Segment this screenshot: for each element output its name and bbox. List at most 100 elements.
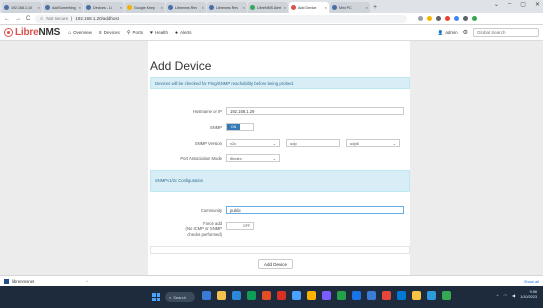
snmp-version-select[interactable]: v2c ⌄ [226, 139, 280, 147]
taskbar-app-icon[interactable] [202, 291, 211, 300]
taskbar-app-icon[interactable] [427, 291, 436, 300]
close-window-button[interactable]: ✕ [535, 1, 540, 8]
security-label: Not secure [46, 16, 69, 21]
back-arrow-icon[interactable]: ← [4, 16, 10, 22]
close-tab-icon[interactable]: × [161, 5, 163, 10]
librenms-logo-icon [4, 28, 13, 37]
menu-item-overview[interactable]: ⌂ Overview [68, 30, 92, 36]
extension-icon[interactable] [463, 16, 469, 21]
snmp-toggle[interactable]: ON [226, 123, 254, 131]
extension-icon[interactable] [445, 16, 451, 21]
tab-favicon-icon [332, 5, 337, 10]
community-label: Community [200, 207, 222, 213]
snmp-port-value: udp [290, 140, 297, 146]
browser-tab[interactable]: AddSomething × [43, 2, 83, 13]
menu-item-label: Health [154, 30, 168, 35]
tab-search-button[interactable]: ⌄ [494, 1, 499, 8]
forward-arrow-icon[interactable]: → [15, 16, 21, 22]
browser-tab[interactable]: LibreNMS Alert × [248, 2, 288, 13]
tab-title: Librenms Rev [175, 5, 198, 10]
extension-icon[interactable] [418, 16, 424, 21]
user-icon: 👤 [437, 29, 444, 35]
show-all-downloads-link[interactable]: Show all [524, 279, 539, 284]
browser-tab[interactable]: Google Keep × [125, 2, 165, 13]
port-association-select[interactable]: ifIndex ⌄ [226, 154, 280, 162]
taskbar-app-icon[interactable] [382, 291, 391, 300]
port-association-value: ifIndex [230, 155, 242, 161]
taskbar-app-icon[interactable] [262, 291, 271, 300]
new-tab-button[interactable]: + [373, 4, 377, 11]
menu-item-devices[interactable]: ≡ Devices [99, 30, 120, 36]
snmp-version-row: SNMP Version v2c ⌄ udp udp6 ⌄ [148, 139, 410, 147]
form-footer-divider [150, 246, 410, 254]
close-tab-icon[interactable]: × [120, 5, 122, 10]
chevron-up-icon[interactable]: ^ [497, 293, 499, 298]
user-menu[interactable]: 👤 admin [438, 30, 458, 36]
global-search-input[interactable] [473, 28, 539, 37]
taskbar-app-icon[interactable] [307, 291, 316, 300]
gear-icon[interactable]: ⚙ [463, 29, 468, 36]
tab-title: Devices - Li [93, 5, 112, 10]
force-add-toggle[interactable]: OFF [226, 222, 254, 230]
close-tab-icon[interactable]: × [366, 5, 368, 10]
extension-icon[interactable] [472, 16, 478, 21]
taskbar-app-icon[interactable] [337, 291, 346, 300]
taskbar-app-icon[interactable] [277, 291, 286, 300]
snmp-port-input[interactable]: udp [286, 139, 340, 147]
extension-icon[interactable] [454, 16, 460, 21]
taskbar-search[interactable]: ⌕ Search [165, 292, 195, 302]
menu-item-ports[interactable]: ⚲ Ports [127, 30, 143, 36]
maximize-button[interactable]: ▢ [520, 1, 526, 8]
close-tab-icon[interactable]: × [325, 5, 327, 10]
download-file-name: librenmsnet [12, 278, 35, 284]
windows-start-icon[interactable] [152, 293, 160, 301]
taskbar-app-icon[interactable] [352, 291, 361, 300]
download-item[interactable]: librenmsnet ^ [4, 278, 88, 284]
add-device-button[interactable]: Add Device [258, 259, 294, 269]
clock[interactable]: 9:56 1/10/2023 [520, 290, 537, 300]
taskbar-app-icon[interactable] [442, 291, 451, 300]
link-icon: ⚲ [126, 29, 131, 36]
volume-icon[interactable]: ◀ [512, 293, 515, 298]
reload-icon[interactable]: C [26, 16, 30, 22]
close-tab-icon[interactable]: × [243, 5, 245, 10]
menu-item-alerts[interactable]: ● Alerts [175, 30, 192, 36]
navbar-right: 👤 admin ⚙ [438, 28, 539, 37]
librenms-logo[interactable]: LibreNMS [4, 27, 60, 38]
minimize-button[interactable]: – [508, 1, 511, 8]
page-title: Add Device [150, 59, 212, 73]
taskbar-app-icon[interactable] [412, 291, 421, 300]
snmp-version-label: SNMP Version [194, 140, 222, 146]
taskbar-app-icon[interactable] [217, 291, 226, 300]
close-tab-icon[interactable]: × [202, 5, 204, 10]
taskbar-app-icon[interactable] [292, 291, 301, 300]
menu-item-label: Ports [132, 30, 143, 35]
taskbar-app-icon[interactable] [232, 291, 241, 300]
close-tab-icon[interactable]: × [79, 5, 81, 10]
extension-icon[interactable] [436, 16, 442, 21]
hostname-input[interactable] [226, 107, 404, 115]
snmp-transport-select[interactable]: udp6 ⌄ [346, 139, 400, 147]
extension-icon[interactable] [427, 16, 433, 21]
browser-tab[interactable]: Librenms Rev × [207, 2, 247, 13]
menu-item-label: Overview [73, 30, 92, 35]
browser-tab[interactable]: Librenms Rev × [166, 2, 206, 13]
librenms-navbar: LibreNMS ⌂ Overview ≡ Devices ⚲ Ports ♥ Health ●… [0, 25, 543, 41]
browser-tab[interactable]: Mini PC × [330, 2, 370, 13]
community-input[interactable] [226, 206, 404, 214]
close-tab-icon[interactable]: × [284, 5, 286, 10]
menu-item-health[interactable]: ♥ Health [150, 30, 168, 36]
url-field[interactable]: ⚠ Not secure | 192.168.1.20/addhost [35, 14, 408, 23]
browser-tab[interactable]: Devices - Li × [84, 2, 124, 13]
browser-tab[interactable]: Add Device × [289, 2, 329, 13]
taskbar-app-icon[interactable] [397, 291, 406, 300]
snmp-version-value: v2c [230, 140, 237, 146]
taskbar-app-icon[interactable] [247, 291, 256, 300]
browser-tab[interactable]: 192.168.1.10 × [2, 2, 42, 13]
taskbar-app-icon[interactable] [322, 291, 331, 300]
taskbar-app-icon[interactable] [367, 291, 376, 300]
chevron-up-icon[interactable]: ^ [86, 279, 88, 284]
not-secure-icon[interactable]: ⚠ [39, 16, 43, 22]
wifi-icon[interactable]: ◠ [504, 293, 508, 298]
close-tab-icon[interactable]: × [38, 5, 40, 10]
